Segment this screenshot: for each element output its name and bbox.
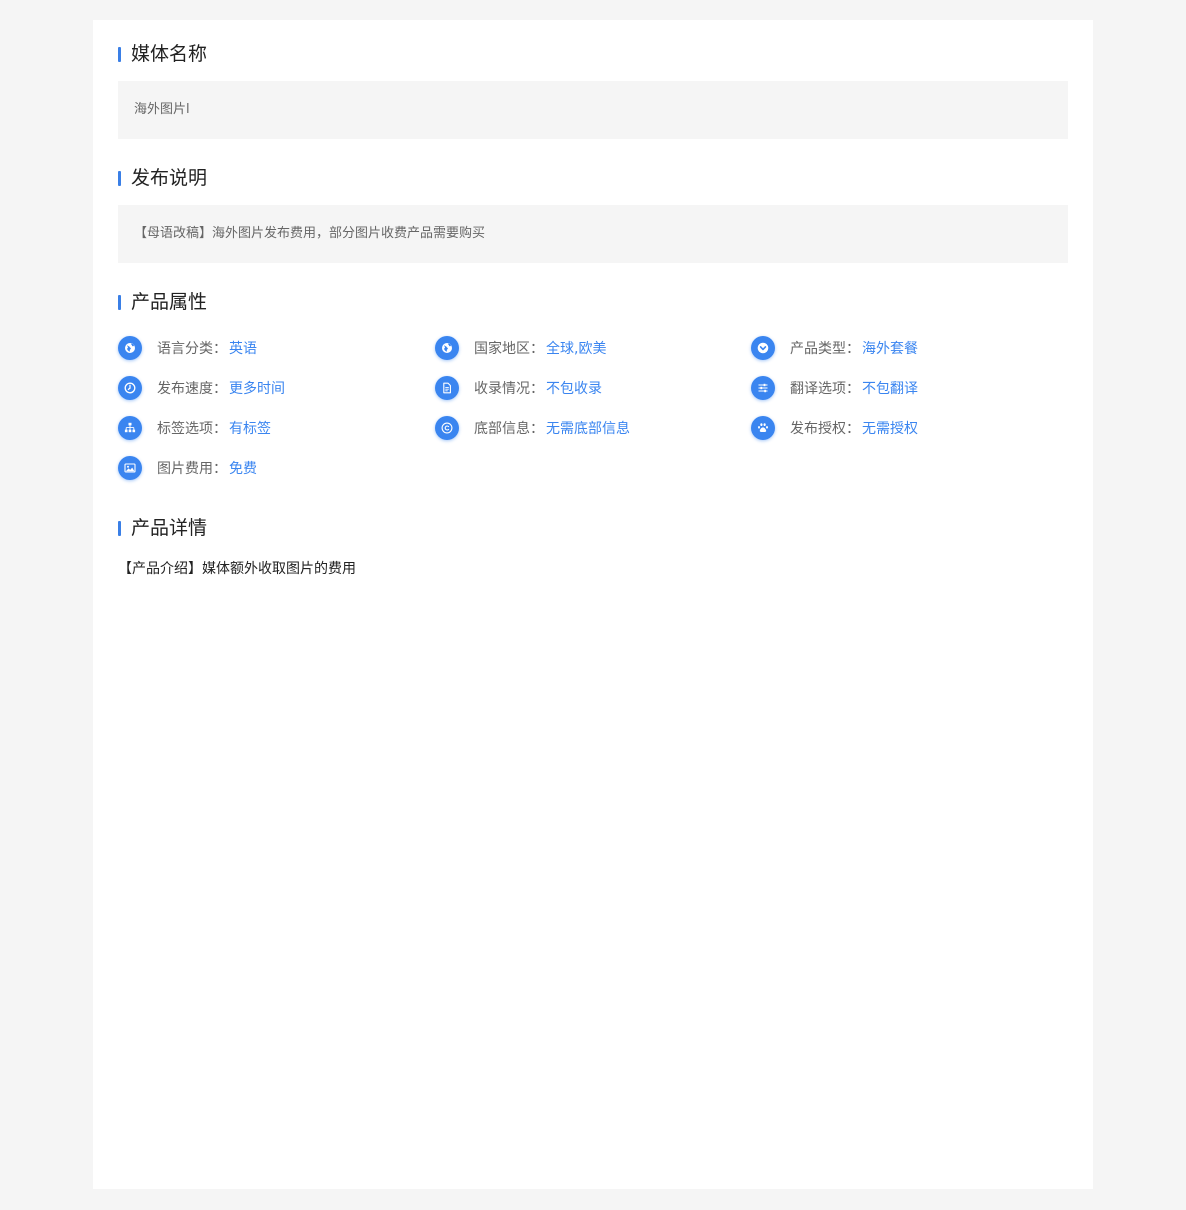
attribute-translation: 翻译选项： 不包翻译 — [751, 375, 918, 401]
attribute-tags: 标签选项： 有标签 — [118, 415, 271, 441]
attribute-value: 不包收录 — [546, 381, 602, 397]
attribute-value: 全球,欧美 — [546, 341, 607, 357]
clock-icon — [118, 376, 142, 400]
attribute-authorization: 发布授权： 无需授权 — [751, 415, 918, 441]
section-title-media-name: 媒体名称 — [118, 41, 207, 67]
globe-icon — [118, 336, 142, 360]
product-details-text: 【产品介绍】媒体额外收取图片的费用 — [118, 561, 356, 577]
attribute-value: 海外套餐 — [862, 341, 918, 357]
attribute-label: 底部信息： — [474, 421, 544, 437]
publish-note-box: 【母语改稿】海外图片发布费用，部分图片收费产品需要购买 — [118, 205, 1068, 263]
section-title-details: 产品详情 — [118, 515, 207, 541]
attribute-value: 英语 — [229, 341, 257, 357]
attribute-product-type: 产品类型： 海外套餐 — [751, 335, 918, 361]
attribute-value: 免费 — [229, 461, 257, 477]
globe-icon — [435, 336, 459, 360]
attribute-image-fee: 图片费用： 免费 — [118, 455, 257, 481]
attribute-indexing: 收录情况： 不包收录 — [435, 375, 602, 401]
attribute-value: 有标签 — [229, 421, 271, 437]
section-title-publish-note: 发布说明 — [118, 165, 207, 191]
attribute-label: 图片费用： — [157, 461, 227, 477]
attribute-value: 无需底部信息 — [546, 421, 630, 437]
sitemap-icon — [118, 416, 142, 440]
attribute-label: 发布授权： — [790, 421, 860, 437]
attribute-label: 标签选项： — [157, 421, 227, 437]
attribute-value: 无需授权 — [862, 421, 918, 437]
publish-note-value: 【母语改稿】海外图片发布费用，部分图片收费产品需要购买 — [134, 226, 486, 241]
attribute-label: 发布速度： — [157, 381, 227, 397]
attribute-label: 翻译选项： — [790, 381, 860, 397]
sliders-icon — [751, 376, 775, 400]
attribute-value: 更多时间 — [229, 381, 285, 397]
chevron-down-icon — [751, 336, 775, 360]
attribute-footer-info: 底部信息： 无需底部信息 — [435, 415, 630, 441]
copyright-icon — [435, 416, 459, 440]
section-title-attributes: 产品属性 — [118, 289, 207, 315]
media-name-box: 海外图片l — [118, 81, 1068, 139]
image-icon — [118, 456, 142, 480]
attribute-publish-speed: 发布速度： 更多时间 — [118, 375, 285, 401]
attribute-region: 国家地区： 全球,欧美 — [435, 335, 606, 361]
attribute-value: 不包翻译 — [862, 381, 918, 397]
product-card: 媒体名称 海外图片l 发布说明 【母语改稿】海外图片发布费用，部分图片收费产品需… — [93, 20, 1093, 1189]
document-icon — [435, 376, 459, 400]
attribute-label: 语言分类： — [157, 341, 227, 357]
attribute-label: 国家地区： — [474, 341, 544, 357]
attribute-language: 语言分类： 英语 — [118, 335, 257, 361]
media-name-value: 海外图片l — [134, 102, 190, 117]
attribute-label: 收录情况： — [474, 381, 544, 397]
paw-icon — [751, 416, 775, 440]
attribute-label: 产品类型： — [790, 341, 860, 357]
